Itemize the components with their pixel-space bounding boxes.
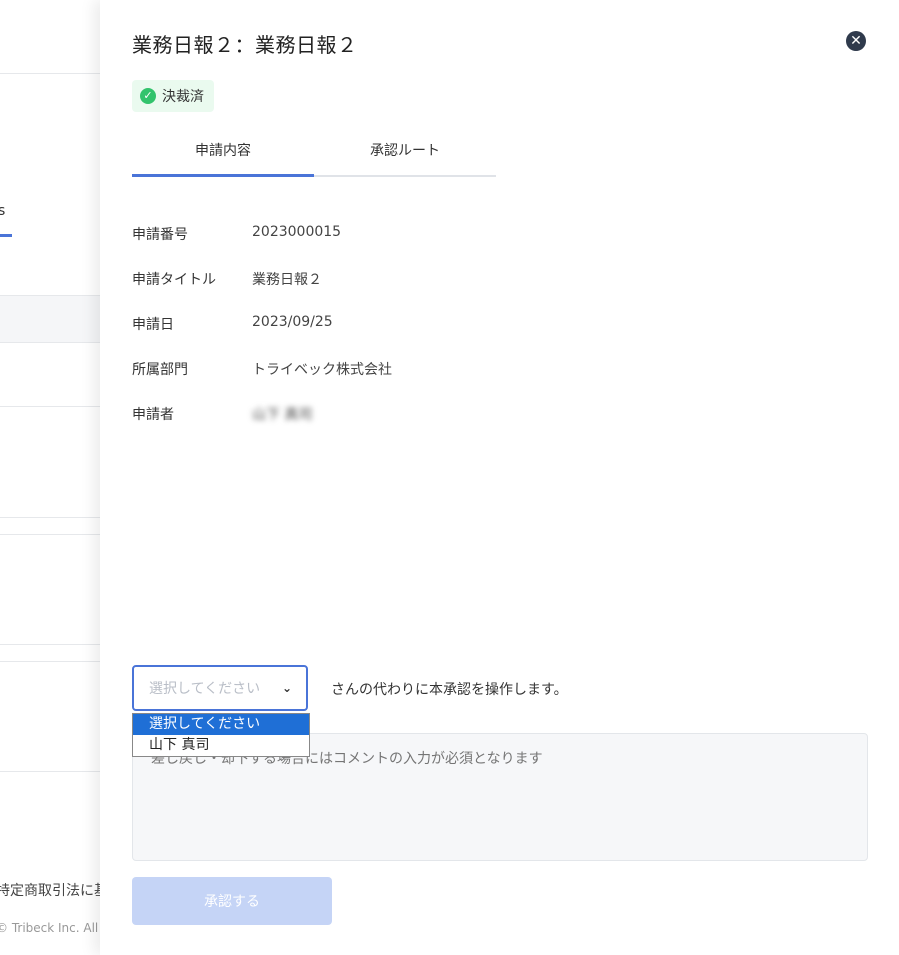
- detail-drawer: 業務日報２：業務日報２ ✕ ✓ 決裁済 申請内容 承認ルート 申請番号 2023…: [100, 0, 899, 955]
- application-fields: 申請番号 2023000015 申請タイトル 業務日報２ 申請日 2023/09…: [132, 224, 392, 449]
- field-row: 申請番号 2023000015: [132, 224, 392, 269]
- divider: [0, 771, 100, 772]
- field-label: 申請タイトル: [132, 272, 216, 288]
- field-value: 2023000015: [252, 224, 342, 240]
- status-badge-label: 決裁済: [162, 89, 204, 105]
- table-header: [0, 296, 100, 342]
- field-label: 申請者: [132, 407, 174, 423]
- field-value: 2023/09/25: [252, 314, 333, 330]
- proxy-approver-select[interactable]: 選択してください ⌄: [132, 665, 308, 711]
- tab-application-content[interactable]: 申請内容: [132, 137, 314, 177]
- footer-link[interactable]: 特定商取引法に基: [0, 880, 100, 900]
- field-value: トライベック株式会社: [252, 362, 392, 378]
- divider: [0, 661, 100, 662]
- divider: [0, 517, 100, 518]
- field-label: 所属部門: [132, 362, 188, 378]
- dropdown-option[interactable]: 山下 真司: [133, 735, 309, 756]
- divider: [0, 644, 100, 645]
- chevron-down-icon: ⌄: [281, 681, 292, 695]
- field-row: 申請タイトル 業務日報２: [132, 269, 392, 314]
- status-badge: ✓ 決裁済: [132, 80, 214, 112]
- field-value: 業務日報２: [252, 272, 322, 288]
- tab-fragment: s: [0, 203, 6, 219]
- field-label: 申請日: [132, 317, 174, 333]
- tab-bar: 申請内容 承認ルート: [132, 137, 496, 177]
- divider: [0, 73, 100, 74]
- close-icon[interactable]: ✕: [846, 31, 866, 51]
- approve-button[interactable]: 承認する: [132, 877, 332, 925]
- field-label: 申請番号: [132, 227, 188, 243]
- divider: [0, 342, 100, 343]
- proxy-select-dropdown: 選択してください 山下 真司: [132, 713, 310, 757]
- background-page: s 特定商取引法に基 © Tribeck Inc. All R: [0, 0, 100, 955]
- drawer-title: 業務日報２：業務日報２: [132, 33, 358, 57]
- applicant-name-blurred: 山下 真司: [252, 407, 313, 423]
- field-row: 申請日 2023/09/25: [132, 314, 392, 359]
- field-row: 申請者 山下 真司: [132, 404, 392, 449]
- active-tab-indicator: [0, 234, 12, 237]
- field-row: 所属部門 トライベック株式会社: [132, 359, 392, 404]
- copyright: © Tribeck Inc. All R: [0, 921, 100, 935]
- divider: [0, 534, 100, 535]
- divider: [0, 406, 100, 407]
- tab-approval-route[interactable]: 承認ルート: [314, 137, 496, 175]
- check-circle-icon: ✓: [140, 88, 156, 104]
- select-placeholder: 選択してください: [149, 681, 261, 697]
- dropdown-option[interactable]: 選択してください: [133, 714, 309, 735]
- proxy-description: さんの代わりに本承認を操作します。: [331, 682, 568, 698]
